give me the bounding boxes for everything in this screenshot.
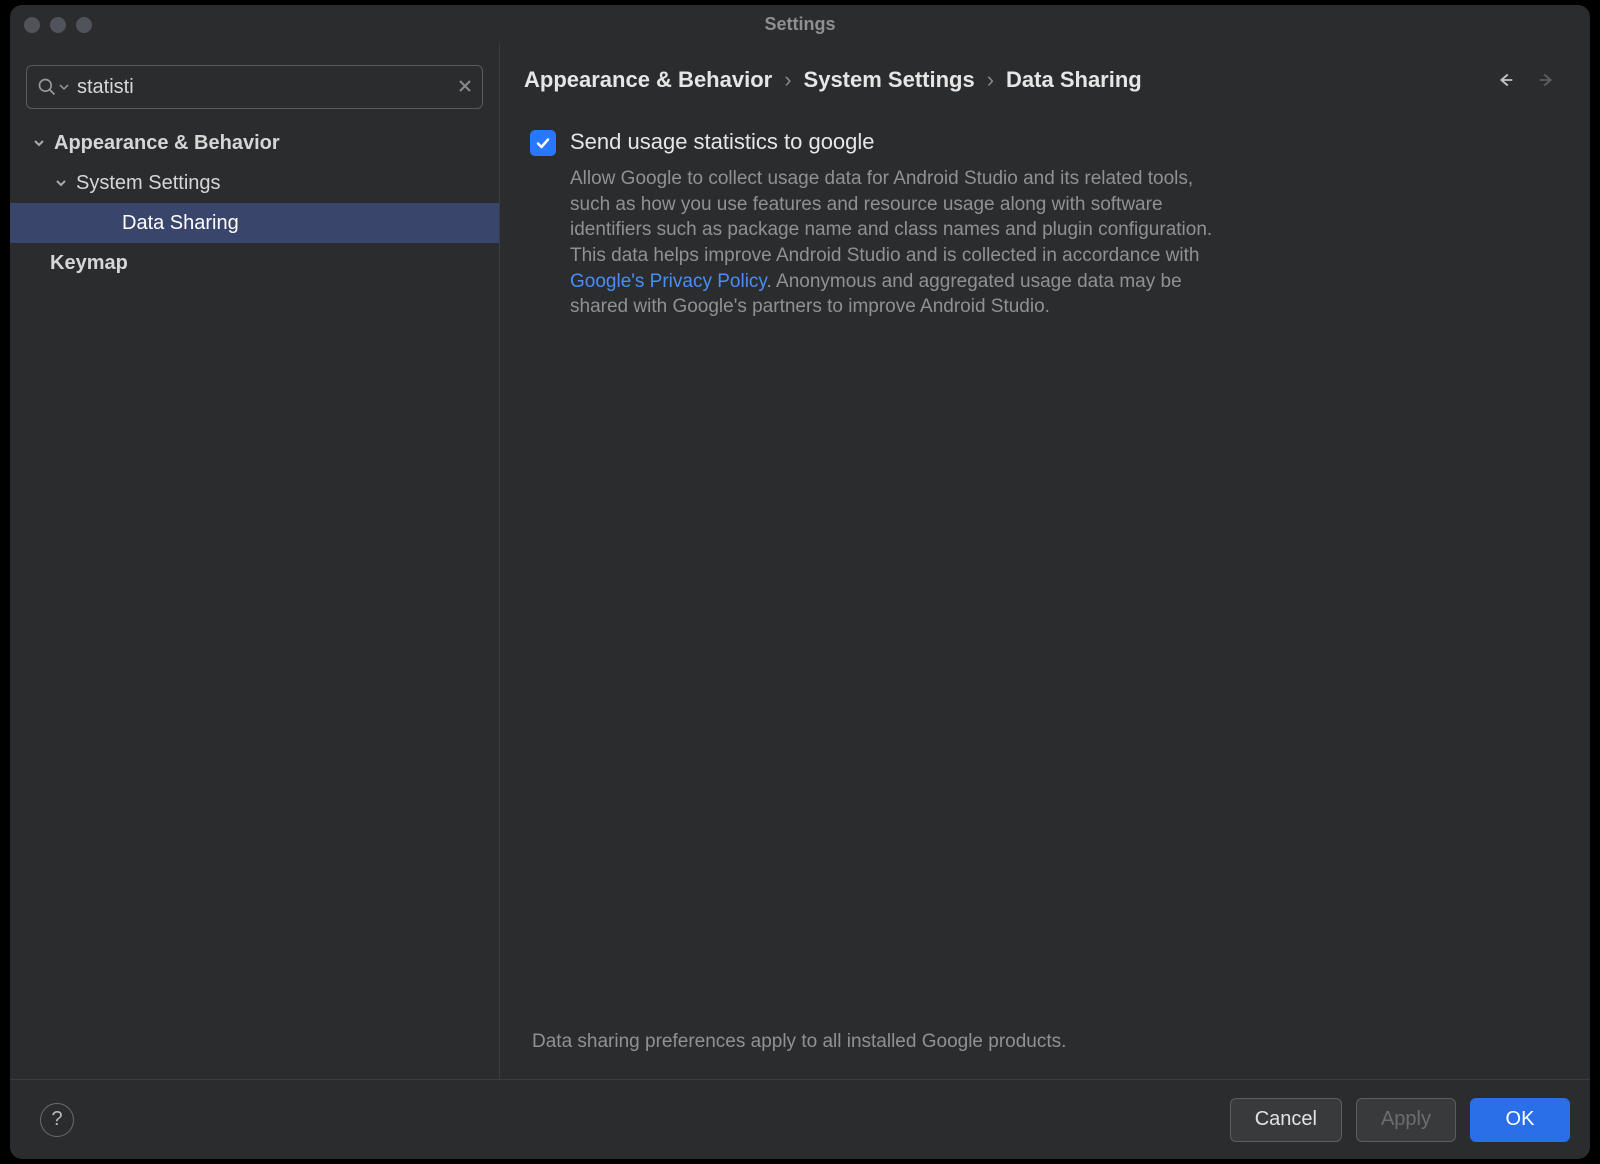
breadcrumb-item[interactable]: System Settings [804, 67, 975, 93]
sidebar: Appearance & Behavior System Settings Da… [10, 43, 500, 1079]
cancel-button[interactable]: Cancel [1230, 1098, 1342, 1142]
breadcrumb-separator: › [784, 67, 791, 93]
tree-item-data-sharing[interactable]: Data Sharing [10, 203, 499, 243]
forward-arrow-icon [1536, 69, 1558, 91]
help-button[interactable]: ? [40, 1103, 74, 1137]
tree-item-label: System Settings [76, 172, 221, 195]
breadcrumb-item[interactable]: Appearance & Behavior [524, 67, 772, 93]
breadcrumb-item: Data Sharing [1006, 67, 1142, 93]
tree-item-system-settings[interactable]: System Settings [10, 163, 499, 203]
clear-search-icon[interactable] [458, 77, 472, 98]
help-icon: ? [51, 1108, 62, 1131]
chevron-down-icon [50, 177, 72, 189]
privacy-policy-link[interactable]: Google's Privacy Policy [570, 271, 767, 292]
tree-item-appearance-behavior[interactable]: Appearance & Behavior [10, 123, 499, 163]
search-input[interactable] [69, 76, 458, 99]
tree-item-keymap[interactable]: Keymap [10, 243, 499, 283]
back-arrow-icon[interactable] [1494, 69, 1516, 91]
close-window-icon[interactable] [24, 17, 40, 33]
settings-window: Settings Appearance & Behav [10, 5, 1590, 1159]
tree-item-label: Appearance & Behavior [54, 132, 280, 155]
settings-tree: Appearance & Behavior System Settings Da… [10, 117, 499, 283]
option-label: Send usage statistics to google [570, 129, 875, 155]
breadcrumb-separator: › [987, 67, 994, 93]
checkbox-send-usage-stats[interactable] [530, 130, 556, 156]
window-title: Settings [764, 14, 835, 35]
zoom-window-icon[interactable] [76, 17, 92, 33]
option-description: Allow Google to collect usage data for A… [570, 166, 1230, 320]
apply-button: Apply [1356, 1098, 1456, 1142]
breadcrumb: Appearance & Behavior › System Settings … [524, 67, 1142, 93]
search-field-container [26, 65, 483, 109]
tree-item-label: Data Sharing [122, 212, 239, 235]
titlebar: Settings [10, 5, 1590, 43]
option-desc-pre: Allow Google to collect usage data for A… [570, 168, 1212, 266]
search-icon [37, 77, 57, 97]
option-send-usage-stats: Send usage statistics to google [530, 129, 1560, 156]
ok-button[interactable]: OK [1470, 1098, 1570, 1142]
footer-note: Data sharing preferences apply to all in… [530, 1031, 1560, 1079]
main-panel: Appearance & Behavior › System Settings … [500, 43, 1590, 1079]
tree-item-label: Keymap [50, 252, 128, 275]
chevron-down-icon [28, 137, 50, 149]
traffic-lights [24, 17, 92, 33]
bottom-bar: ? Cancel Apply OK [10, 1079, 1590, 1159]
search-dropdown-icon[interactable] [59, 82, 69, 92]
minimize-window-icon[interactable] [50, 17, 66, 33]
nav-arrows [1494, 69, 1566, 91]
